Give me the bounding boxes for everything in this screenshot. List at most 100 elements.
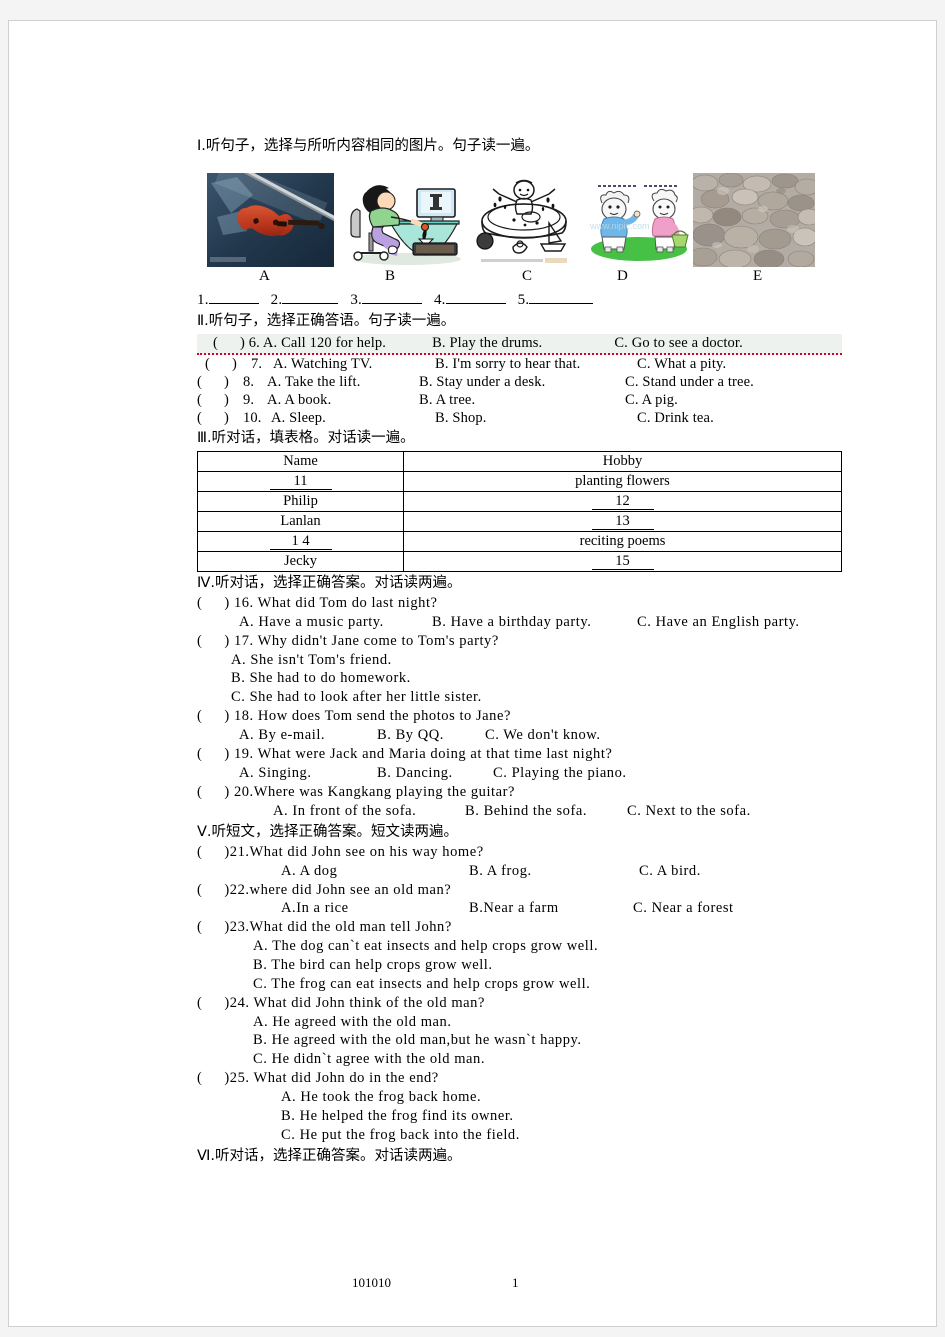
question-17-option-b-row[interactable]: B. She had to do homework. bbox=[197, 669, 842, 688]
row-3-hobby[interactable]: 13 bbox=[403, 510, 842, 532]
question-16-option-a[interactable]: A. Have a music party. bbox=[239, 613, 384, 632]
row-1-hobby: planting flowers bbox=[403, 470, 842, 492]
question-7-number: 7. bbox=[251, 355, 263, 372]
row-5-hobby[interactable]: 15 bbox=[403, 550, 842, 572]
question-20-stem-row: () 20.Where was Kangkang playing the gui… bbox=[197, 783, 842, 802]
blank-4-input[interactable] bbox=[445, 303, 506, 305]
question-8-option-b[interactable]: B. Stay under a desk. bbox=[419, 373, 545, 392]
question-8-option-c[interactable]: C. Stand under a tree. bbox=[625, 373, 754, 392]
question-8-row: () 8. A. Take the lift. B. Stay under a … bbox=[197, 373, 842, 391]
question-9-option-c[interactable]: C. A pig. bbox=[625, 391, 678, 410]
blank-3-input[interactable] bbox=[361, 303, 422, 305]
question-6-option-c[interactable]: C. Go to see a doctor. bbox=[614, 335, 743, 351]
question-16-answer-box[interactable]: ( bbox=[197, 594, 224, 613]
question-6-answer-box[interactable]: () bbox=[213, 334, 245, 353]
question-10-option-a[interactable]: A. Sleep. bbox=[271, 409, 326, 428]
question-18-option-c[interactable]: C. We don't know. bbox=[485, 726, 601, 745]
question-22-stem-row: ()22.where did John see an old man? bbox=[197, 881, 842, 900]
question-9-option-b[interactable]: B. A tree. bbox=[419, 391, 475, 410]
question-23-option-c-row[interactable]: C. The frog can eat insects and help cro… bbox=[197, 975, 842, 994]
question-25-answer-box[interactable]: ( bbox=[197, 1069, 224, 1088]
row-1-name[interactable]: 11 bbox=[197, 470, 404, 492]
question-22-stem: )22.where did John see an old man? bbox=[224, 881, 452, 898]
question-25-option-b: B. He helped the frog find its owner. bbox=[281, 1107, 514, 1124]
question-24-option-b-row[interactable]: B. He agreed with the old man,but he was… bbox=[197, 1031, 842, 1050]
question-20-option-b[interactable]: B. Behind the sofa. bbox=[465, 802, 587, 821]
picture-labels: A B C D E bbox=[197, 268, 817, 290]
picture-label-b: B bbox=[385, 268, 396, 285]
question-19-answer-box[interactable]: ( bbox=[197, 745, 224, 764]
question-17-option-b: B. She had to do homework. bbox=[231, 670, 411, 687]
question-25-option-c-row[interactable]: C. He put the frog back into the field. bbox=[197, 1126, 842, 1145]
question-21-options: A. A dog B. A frog. C. A bird. bbox=[197, 862, 842, 881]
table-row: Lanlan 13 bbox=[197, 510, 842, 532]
question-20-option-a[interactable]: A. In front of the sofa. bbox=[273, 802, 416, 821]
question-10-option-c[interactable]: C. Drink tea. bbox=[637, 409, 714, 428]
question-10-option-b[interactable]: B. Shop. bbox=[435, 409, 487, 428]
question-19-option-b[interactable]: B. Dancing. bbox=[377, 764, 453, 783]
question-21-option-a[interactable]: A. A dog bbox=[281, 862, 337, 881]
question-10-answer-box[interactable]: () bbox=[197, 409, 229, 428]
question-18-option-b[interactable]: B. By QQ. bbox=[377, 726, 444, 745]
question-7-answer-box[interactable]: () bbox=[205, 355, 237, 374]
question-24-option-c: C. He didn`t agree with the old man. bbox=[253, 1051, 486, 1068]
question-6-option-a[interactable]: A. Call 120 for help. bbox=[263, 335, 386, 351]
question-19-option-a[interactable]: A. Singing. bbox=[239, 764, 312, 783]
question-23-option-c: C. The frog can eat insects and help cro… bbox=[253, 975, 591, 992]
question-7-option-a[interactable]: A. Watching TV. bbox=[273, 355, 372, 374]
blank-3-label: 3. bbox=[350, 292, 362, 309]
question-22-option-c[interactable]: C. Near a forest bbox=[633, 899, 734, 918]
question-7-option-b[interactable]: B. I'm sorry to hear that. bbox=[435, 355, 580, 374]
question-7-option-c[interactable]: C. What a pity. bbox=[637, 355, 726, 374]
question-21-option-b[interactable]: B. A frog. bbox=[469, 862, 532, 881]
question-17-answer-box[interactable]: ( bbox=[197, 632, 224, 651]
section-2-heading: Ⅱ.听句子，选择正确答语。句子读一遍。 bbox=[197, 311, 842, 332]
question-22-option-a[interactable]: A.In a rice bbox=[281, 899, 349, 918]
question-16-option-b[interactable]: B. Have a birthday party. bbox=[432, 613, 591, 632]
question-20-answer-box[interactable]: ( bbox=[197, 783, 224, 802]
blank-2-input[interactable] bbox=[282, 303, 339, 305]
blank-1-input[interactable] bbox=[208, 303, 259, 305]
question-23-option-b-row[interactable]: B. The bird can help crops grow well. bbox=[197, 956, 842, 975]
question-24-option-a-row[interactable]: A. He agreed with the old man. bbox=[197, 1013, 842, 1032]
question-16-option-c[interactable]: C. Have an English party. bbox=[637, 613, 800, 632]
section-4-heading: Ⅳ.听对话，选择正确答案。对话读两遍。 bbox=[197, 573, 842, 594]
question-19-option-c[interactable]: C. Playing the piano. bbox=[493, 764, 627, 783]
picture-d-goats: www.nipic.com bbox=[582, 173, 697, 268]
section-5-heading: Ⅴ.听短文，选择正确答案。短文读两遍。 bbox=[197, 822, 842, 843]
question-22-option-b[interactable]: B.Near a farm bbox=[469, 899, 559, 918]
question-20-option-c[interactable]: C. Next to the sofa. bbox=[627, 802, 751, 821]
question-18-answer-box[interactable]: ( bbox=[197, 707, 224, 726]
question-18-option-a[interactable]: A. By e-mail. bbox=[239, 726, 325, 745]
question-8-answer-box[interactable]: () bbox=[197, 373, 229, 392]
question-17-option-c-row[interactable]: C. She had to look after her little sist… bbox=[197, 688, 842, 707]
question-24-answer-box[interactable]: ( bbox=[197, 994, 224, 1013]
question-21-answer-box[interactable]: ( bbox=[197, 843, 224, 862]
picture-label-e: E bbox=[753, 268, 763, 285]
question-16-stem-row: () 16. What did Tom do last night? bbox=[197, 594, 842, 613]
blank-5-input[interactable] bbox=[529, 303, 594, 305]
question-19-stem: ) 19. What were Jack and Maria doing at … bbox=[224, 745, 613, 762]
question-9-option-a[interactable]: A. A book. bbox=[267, 391, 331, 410]
row-4-name[interactable]: 1 4 bbox=[197, 530, 404, 552]
row-2-hobby[interactable]: 12 bbox=[403, 490, 842, 512]
question-6-option-b[interactable]: B. Play the drums. bbox=[432, 335, 542, 351]
question-9-answer-box[interactable]: () bbox=[197, 391, 229, 410]
question-10-row: () 10. A. Sleep. B. Shop. C. Drink tea. bbox=[197, 409, 842, 427]
table-row: 11 planting flowers bbox=[197, 470, 842, 492]
question-21-option-c[interactable]: C. A bird. bbox=[639, 862, 701, 881]
question-25-option-b-row[interactable]: B. He helped the frog find its owner. bbox=[197, 1107, 842, 1126]
row-5-name: Jecky bbox=[197, 550, 404, 572]
section-2-heading-text: Ⅱ.听句子，选择正确答语。句子读一遍。 bbox=[197, 313, 456, 330]
question-16-stem: ) 16. What did Tom do last night? bbox=[224, 594, 438, 611]
question-23-option-a-row[interactable]: A. The dog can`t eat insects and help cr… bbox=[197, 937, 842, 956]
question-17-stem-row: () 17. Why didn't Jane come to Tom's par… bbox=[197, 632, 842, 651]
question-24-option-c-row[interactable]: C. He didn`t agree with the old man. bbox=[197, 1050, 842, 1069]
question-22-answer-box[interactable]: ( bbox=[197, 881, 224, 900]
question-17-option-a-row[interactable]: A. She isn't Tom's friend. bbox=[197, 651, 842, 670]
question-23-answer-box[interactable]: ( bbox=[197, 918, 224, 937]
question-25-option-a-row[interactable]: A. He took the frog back home. bbox=[197, 1088, 842, 1107]
table-row: Philip 12 bbox=[197, 490, 842, 512]
question-8-option-a[interactable]: A. Take the lift. bbox=[267, 373, 360, 392]
picture-label-d: D bbox=[617, 268, 628, 285]
